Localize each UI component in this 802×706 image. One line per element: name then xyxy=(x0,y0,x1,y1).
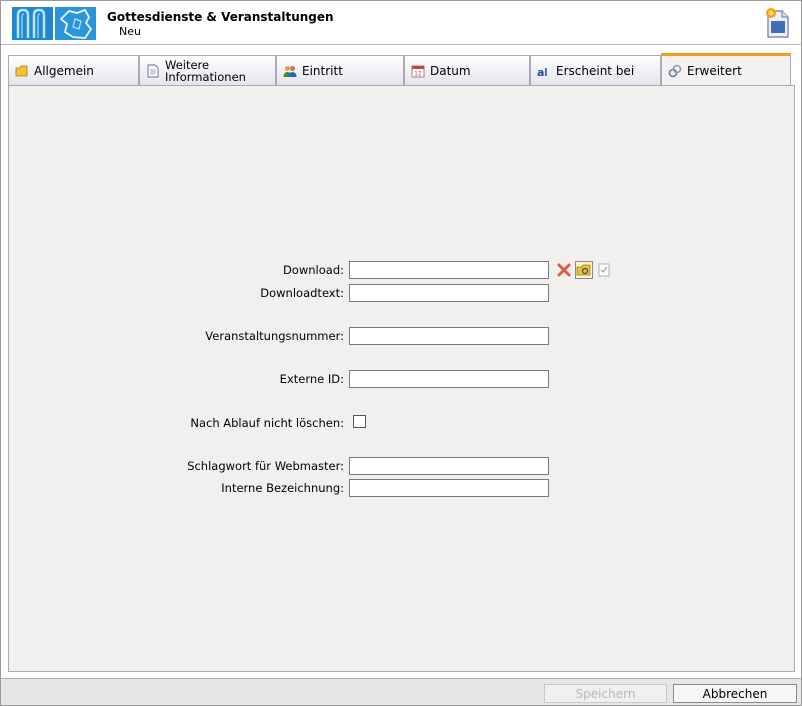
svg-text:l: l xyxy=(544,66,548,78)
tab-allgemein[interactable]: Allgemein xyxy=(8,55,139,85)
externe-id-label: Externe ID: xyxy=(279,372,344,386)
delete-icon[interactable] xyxy=(555,261,573,279)
tab-label-line1: Weitere xyxy=(165,57,210,72)
downloadtext-row: Downloadtext: xyxy=(9,284,796,302)
interne-bezeichnung-input[interactable] xyxy=(349,479,549,497)
calendar-icon: 12 xyxy=(411,64,425,78)
externe-id-input[interactable] xyxy=(349,370,549,388)
download-input[interactable] xyxy=(349,261,549,279)
interne-bezeichnung-row: Interne Bezeichnung: xyxy=(9,479,796,497)
schlagwort-label: Schlagwort für Webmaster: xyxy=(187,459,344,473)
tab-label: Eintritt xyxy=(302,63,343,78)
tab-panel-erweitert: Download: Downloadtext: Veranstaltungsnu… xyxy=(8,85,795,672)
header: Gottesdienste & Veranstaltungen Neu xyxy=(1,1,801,45)
download-label: Download: xyxy=(282,263,344,277)
people-icon xyxy=(283,64,297,78)
downloadtext-label: Downloadtext: xyxy=(260,286,344,300)
schlagwort-input[interactable] xyxy=(349,457,549,475)
letters-icon: al xyxy=(537,64,551,78)
download-row: Download: xyxy=(9,261,796,279)
tab-eintritt[interactable]: Eintritt xyxy=(276,55,404,85)
tab-label: Datum xyxy=(430,63,471,78)
nach-ablauf-label: Nach Ablauf nicht löschen: xyxy=(190,416,344,430)
veranstaltungsnummer-label: Veranstaltungsnummer: xyxy=(205,329,344,343)
tab-label-line2: Informationen xyxy=(165,69,246,84)
page-title: Gottesdienste & Veranstaltungen xyxy=(107,10,334,24)
veranstaltungsnummer-row: Veranstaltungsnummer: xyxy=(9,327,796,345)
interne-bezeichnung-label: Interne Bezeichnung: xyxy=(221,481,344,495)
svg-text:12: 12 xyxy=(414,70,422,77)
cancel-button[interactable]: Abbrechen xyxy=(673,684,797,703)
tab-label: Allgemein xyxy=(34,63,94,78)
externe-id-row: Externe ID: xyxy=(9,370,796,388)
folder-icon xyxy=(15,64,29,78)
document-icon xyxy=(146,64,160,78)
schlagwort-row: Schlagwort für Webmaster: xyxy=(9,457,796,475)
veranstaltungsnummer-input[interactable] xyxy=(349,327,549,345)
download-actions xyxy=(555,261,613,279)
checklist-icon[interactable] xyxy=(595,261,613,279)
downloadtext-input[interactable] xyxy=(349,284,549,302)
nach-ablauf-row: Nach Ablauf nicht löschen: xyxy=(9,414,796,432)
nach-ablauf-checkbox[interactable] xyxy=(353,415,366,428)
tab-label: Erscheint bei xyxy=(556,63,635,78)
save-button[interactable]: Speichern xyxy=(544,684,667,703)
app-logo xyxy=(12,7,96,40)
dialog-window: Gottesdienste & Veranstaltungen Neu Allg… xyxy=(0,0,802,706)
new-document-icon xyxy=(765,7,791,39)
browse-folder-icon[interactable] xyxy=(575,261,593,279)
tab-bar: Allgemein Weitere Informationen Eintritt… xyxy=(8,53,794,85)
tab-weitere-informationen[interactable]: Weitere Informationen xyxy=(139,55,276,85)
gear-link-icon xyxy=(668,64,682,78)
tab-erscheint-bei[interactable]: al Erscheint bei xyxy=(530,55,661,85)
tab-datum[interactable]: 12 Datum xyxy=(404,55,530,85)
page-subtitle: Neu xyxy=(119,25,141,38)
tab-label: Erweitert xyxy=(687,63,742,78)
footer-bar: Speichern Abbrechen xyxy=(1,678,801,705)
tab-erweitert[interactable]: Erweitert xyxy=(661,53,791,85)
